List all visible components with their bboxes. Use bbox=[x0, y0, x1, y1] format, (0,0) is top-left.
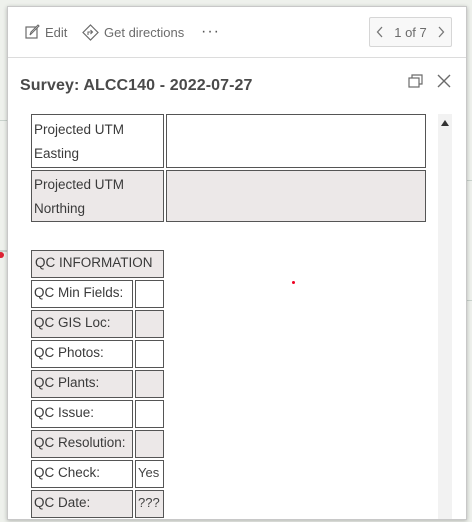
previous-feature-button[interactable] bbox=[370, 18, 390, 46]
chevron-right-icon bbox=[438, 26, 445, 38]
table-row-value bbox=[135, 280, 164, 308]
pager-label: 1 of 7 bbox=[394, 24, 427, 40]
edit-label: Edit bbox=[45, 24, 68, 40]
table-row-label: QC Plants: bbox=[31, 370, 133, 398]
cursor-dot bbox=[292, 281, 295, 284]
map-point-marker[interactable] bbox=[0, 252, 4, 258]
table-row-value bbox=[166, 114, 426, 168]
content-scrollbar[interactable] bbox=[438, 114, 452, 519]
pencil-icon bbox=[24, 24, 40, 40]
table-row-value bbox=[135, 370, 164, 398]
table-row-value bbox=[135, 310, 164, 338]
scroll-up-arrow-icon[interactable] bbox=[441, 120, 449, 126]
table-row-label: Projected UTM Northing bbox=[31, 170, 164, 222]
table-row-label: QC Issue: bbox=[31, 400, 133, 428]
table-row-value bbox=[135, 430, 164, 458]
table-row-label: QC Resolution: bbox=[31, 430, 133, 458]
table-row-label: QC Date: bbox=[31, 490, 133, 518]
table-row-value bbox=[135, 340, 164, 368]
table-row-label: Projected UTM Easting bbox=[31, 114, 164, 168]
table-row-value: ??? bbox=[135, 490, 164, 518]
popup-toolbar: Edit Get directions ··· 1 of 7 bbox=[8, 7, 466, 58]
directions-icon bbox=[82, 23, 99, 41]
qc-section-header: QC INFORMATION bbox=[31, 250, 164, 278]
directions-label: Get directions bbox=[104, 24, 185, 40]
attribute-table: Projected UTM Easting Projected UTM Nort… bbox=[8, 114, 434, 519]
next-feature-button[interactable] bbox=[431, 18, 451, 46]
table-row-label: QC Check: bbox=[31, 460, 133, 488]
table-row-label: QC Min Fields: bbox=[31, 280, 133, 308]
table-row-value bbox=[166, 170, 426, 222]
close-button[interactable] bbox=[436, 73, 452, 89]
feature-pager: 1 of 7 bbox=[369, 17, 452, 47]
more-options-button[interactable]: ··· bbox=[201, 21, 220, 43]
chevron-left-icon bbox=[376, 26, 383, 38]
edit-button[interactable]: Edit bbox=[24, 21, 67, 43]
close-icon bbox=[437, 74, 451, 88]
popup-title: Survey: ALCC140 - 2022-07-27 bbox=[20, 77, 253, 94]
table-row-value: Yes bbox=[135, 460, 164, 488]
ellipsis-icon: ··· bbox=[201, 23, 220, 40]
dock-icon bbox=[408, 74, 423, 88]
table-row-label: QC GIS Loc: bbox=[31, 310, 133, 338]
dock-button[interactable] bbox=[408, 73, 424, 89]
get-directions-button[interactable]: Get directions bbox=[82, 21, 184, 43]
table-row-value bbox=[135, 400, 164, 428]
table-row-label: QC Photos: bbox=[31, 340, 133, 368]
popup-panel: Edit Get directions ··· 1 of 7 Survey: A… bbox=[7, 6, 467, 520]
